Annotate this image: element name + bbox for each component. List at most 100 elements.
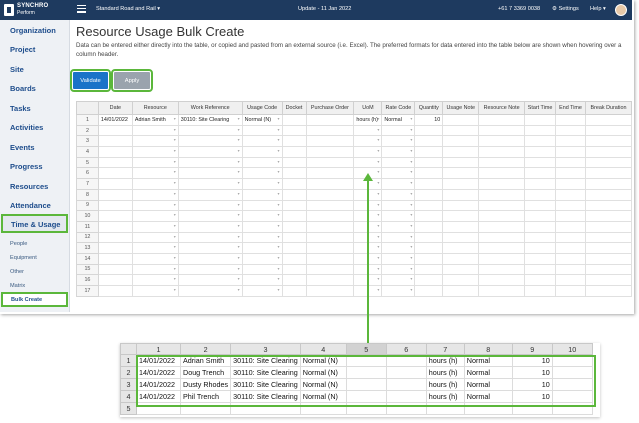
- grid-cell[interactable]: [305, 135, 355, 148]
- excel-cell[interactable]: [551, 366, 593, 379]
- grid-cell[interactable]: [241, 135, 283, 148]
- excel-cell[interactable]: [385, 390, 427, 403]
- grid-cell[interactable]: [442, 146, 480, 158]
- grid-cell[interactable]: [131, 188, 179, 201]
- excel-column-header[interactable]: 7: [425, 343, 465, 355]
- grid-cell[interactable]: [353, 146, 383, 158]
- grid-cell[interactable]: [305, 156, 355, 169]
- excel-cell[interactable]: [385, 378, 427, 391]
- sidebar-item-resources[interactable]: Resources: [10, 182, 48, 191]
- grid-cell[interactable]: [241, 167, 283, 180]
- excel-cell[interactable]: Normal: [463, 390, 513, 403]
- sidebar-subitem-bulk-create[interactable]: Bulk Create: [1, 292, 68, 307]
- grid-cell[interactable]: [241, 188, 283, 201]
- grid-cell[interactable]: [524, 156, 557, 169]
- grid-cell[interactable]: [97, 252, 133, 265]
- grid-cell[interactable]: hours (h): [353, 114, 383, 126]
- grid-cell[interactable]: [281, 210, 307, 222]
- hamburger-icon[interactable]: [77, 5, 86, 13]
- grid-column-header[interactable]: Usage Note: [442, 101, 480, 115]
- grid-cell[interactable]: [414, 135, 444, 148]
- grid-cell[interactable]: [381, 210, 416, 222]
- grid-cell[interactable]: [241, 199, 283, 212]
- grid-cell[interactable]: [281, 188, 307, 201]
- excel-cell[interactable]: 30110: Site Clearing: [230, 354, 301, 367]
- sidebar-item-tasks[interactable]: Tasks: [10, 104, 31, 113]
- grid-cell[interactable]: [584, 167, 632, 180]
- grid-cell[interactable]: [584, 135, 632, 148]
- grid-cell[interactable]: [305, 124, 355, 137]
- grid-cell[interactable]: [584, 231, 632, 244]
- grid-cell[interactable]: [131, 263, 179, 276]
- grid-column-header[interactable]: Quantity: [414, 101, 444, 115]
- grid-cell[interactable]: [555, 146, 586, 158]
- grid-cell[interactable]: [305, 188, 355, 201]
- grid-cell[interactable]: 30110: Site Clearing: [177, 114, 243, 126]
- grid-cell[interactable]: [478, 274, 526, 286]
- excel-cell[interactable]: 14/01/2022: [136, 378, 181, 391]
- sidebar-item-activities[interactable]: Activities: [10, 123, 43, 132]
- grid-cell[interactable]: [97, 263, 133, 276]
- grid-cell[interactable]: [478, 156, 526, 169]
- grid-cell[interactable]: [281, 146, 307, 158]
- excel-cell[interactable]: [463, 402, 513, 415]
- grid-cell[interactable]: [281, 242, 307, 254]
- grid-cell[interactable]: [478, 114, 526, 126]
- grid-cell[interactable]: [381, 199, 416, 212]
- grid-cell[interactable]: [524, 263, 557, 276]
- apply-button[interactable]: Apply: [111, 69, 153, 92]
- excel-cell[interactable]: 14/01/2022: [136, 390, 181, 403]
- excel-cell[interactable]: 30110: Site Clearing: [230, 390, 301, 403]
- grid-cell[interactable]: [584, 252, 632, 265]
- grid-cell[interactable]: [131, 242, 179, 254]
- grid-cell[interactable]: [381, 156, 416, 169]
- excel-cell[interactable]: hours (h): [425, 354, 465, 367]
- sidebar-subitem-people[interactable]: People: [10, 241, 27, 247]
- grid-cell[interactable]: [442, 220, 480, 233]
- grid-cell[interactable]: [281, 135, 307, 148]
- excel-column-header[interactable]: 1: [136, 343, 181, 355]
- grid-cell[interactable]: [131, 167, 179, 180]
- help-menu[interactable]: Help ▾: [590, 6, 606, 12]
- grid-cell[interactable]: [414, 167, 444, 180]
- grid-cell[interactable]: [305, 263, 355, 276]
- excel-cell[interactable]: hours (h): [425, 378, 465, 391]
- sidebar-item-time-usage[interactable]: Time & Usage: [1, 214, 68, 233]
- excel-cell[interactable]: [385, 402, 427, 415]
- excel-cell[interactable]: Normal (N): [299, 378, 347, 391]
- grid-cell[interactable]: [97, 124, 133, 137]
- excel-cell[interactable]: hours (h): [425, 366, 465, 379]
- grid-cell[interactable]: [478, 146, 526, 158]
- grid-cell[interactable]: [177, 135, 243, 148]
- grid-cell[interactable]: [442, 263, 480, 276]
- grid-cell[interactable]: [381, 178, 416, 190]
- grid-cell[interactable]: [131, 156, 179, 169]
- grid-cell[interactable]: [241, 285, 283, 297]
- grid-cell[interactable]: [442, 210, 480, 222]
- grid-cell[interactable]: [478, 178, 526, 190]
- grid-cell[interactable]: [524, 167, 557, 180]
- grid-cell[interactable]: [97, 242, 133, 254]
- excel-cell[interactable]: 14/01/2022: [136, 366, 181, 379]
- grid-cell[interactable]: [584, 178, 632, 190]
- grid-cell[interactable]: [524, 146, 557, 158]
- excel-cell[interactable]: [551, 378, 593, 391]
- grid-cell[interactable]: [131, 220, 179, 233]
- grid-cell[interactable]: [177, 274, 243, 286]
- grid-cell[interactable]: [131, 285, 179, 297]
- grid-cell[interactable]: [177, 220, 243, 233]
- grid-cell[interactable]: [97, 199, 133, 212]
- grid-cell[interactable]: [97, 167, 133, 180]
- grid-cell[interactable]: [524, 188, 557, 201]
- validate-button[interactable]: Validate: [70, 69, 111, 92]
- grid-cell[interactable]: [305, 114, 355, 126]
- sidebar-item-events[interactable]: Events: [10, 143, 35, 152]
- sidebar-subitem-equipment[interactable]: Equipment: [10, 255, 37, 261]
- grid-cell[interactable]: [414, 146, 444, 158]
- grid-cell[interactable]: [584, 274, 632, 286]
- grid-cell[interactable]: [177, 124, 243, 137]
- grid-cell[interactable]: [353, 156, 383, 169]
- grid-cell[interactable]: [442, 156, 480, 169]
- grid-cell[interactable]: [555, 199, 586, 212]
- grid-cell[interactable]: [177, 156, 243, 169]
